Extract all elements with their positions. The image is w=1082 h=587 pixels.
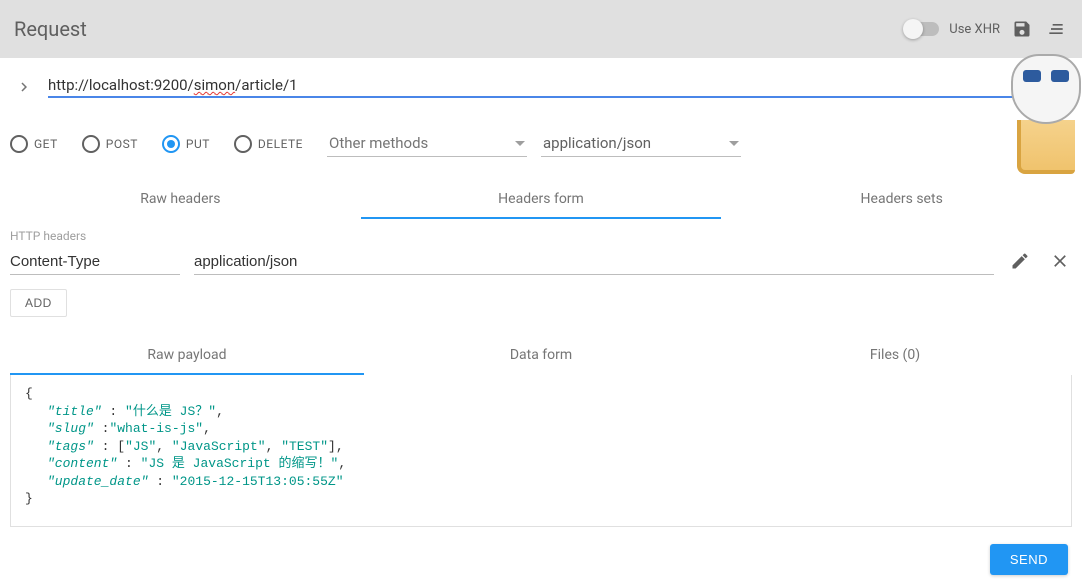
tab-files[interactable]: Files (0): [718, 335, 1072, 375]
tab-headers-sets[interactable]: Headers sets: [721, 179, 1082, 219]
header-tabs: Raw headers Headers form Headers sets: [0, 179, 1082, 219]
method-radio-get[interactable]: GET: [10, 135, 58, 153]
method-radio-delete[interactable]: DELETE: [234, 135, 303, 153]
header-name-field[interactable]: [10, 249, 180, 275]
url-row: http://localhost:9200/simon/article/1: [0, 58, 1082, 104]
chevron-down-icon: [729, 141, 739, 146]
topbar-actions: Use XHR: [905, 17, 1068, 41]
header-value-field[interactable]: [194, 249, 994, 275]
page-title: Request: [14, 17, 87, 41]
tab-data-form[interactable]: Data form: [364, 335, 718, 375]
tab-raw-payload[interactable]: Raw payload: [10, 335, 364, 375]
url-input[interactable]: http://localhost:9200/simon/article/1: [48, 76, 298, 94]
tab-headers-form[interactable]: Headers form: [361, 179, 722, 219]
other-methods-select[interactable]: Other methods: [327, 130, 527, 157]
method-row: GET POST PUT DELETE Other methods applic…: [0, 104, 1082, 167]
method-radio-post[interactable]: POST: [82, 135, 138, 153]
method-label-get: GET: [34, 137, 58, 151]
method-label-post: POST: [106, 137, 138, 151]
chevron-right-icon[interactable]: [14, 78, 34, 96]
http-headers-label: HTTP headers: [0, 219, 1082, 249]
method-label-delete: DELETE: [258, 137, 303, 151]
topbar: Request Use XHR: [0, 0, 1082, 58]
use-xhr-label: Use XHR: [949, 22, 1000, 37]
payload-tabs: Raw payload Data form Files (0): [0, 335, 1082, 375]
header-row: [0, 249, 1082, 275]
more-icon[interactable]: [1044, 17, 1068, 41]
add-header-button[interactable]: ADD: [10, 289, 67, 317]
tab-raw-headers[interactable]: Raw headers: [0, 179, 361, 219]
chevron-down-icon: [515, 141, 525, 146]
raw-payload-editor[interactable]: { "title" : "什么是 JS？", "slug" :"what-is-…: [10, 375, 1072, 527]
method-radio-put[interactable]: PUT: [162, 135, 210, 153]
send-button[interactable]: SEND: [990, 544, 1068, 575]
content-type-select[interactable]: application/json: [541, 130, 741, 157]
close-icon[interactable]: [1048, 249, 1072, 273]
save-icon[interactable]: [1010, 17, 1034, 41]
method-label-put: PUT: [186, 137, 210, 151]
use-xhr-toggle[interactable]: [905, 22, 939, 36]
url-input-wrap[interactable]: http://localhost:9200/simon/article/1: [48, 76, 1068, 98]
edit-icon[interactable]: [1008, 249, 1032, 273]
